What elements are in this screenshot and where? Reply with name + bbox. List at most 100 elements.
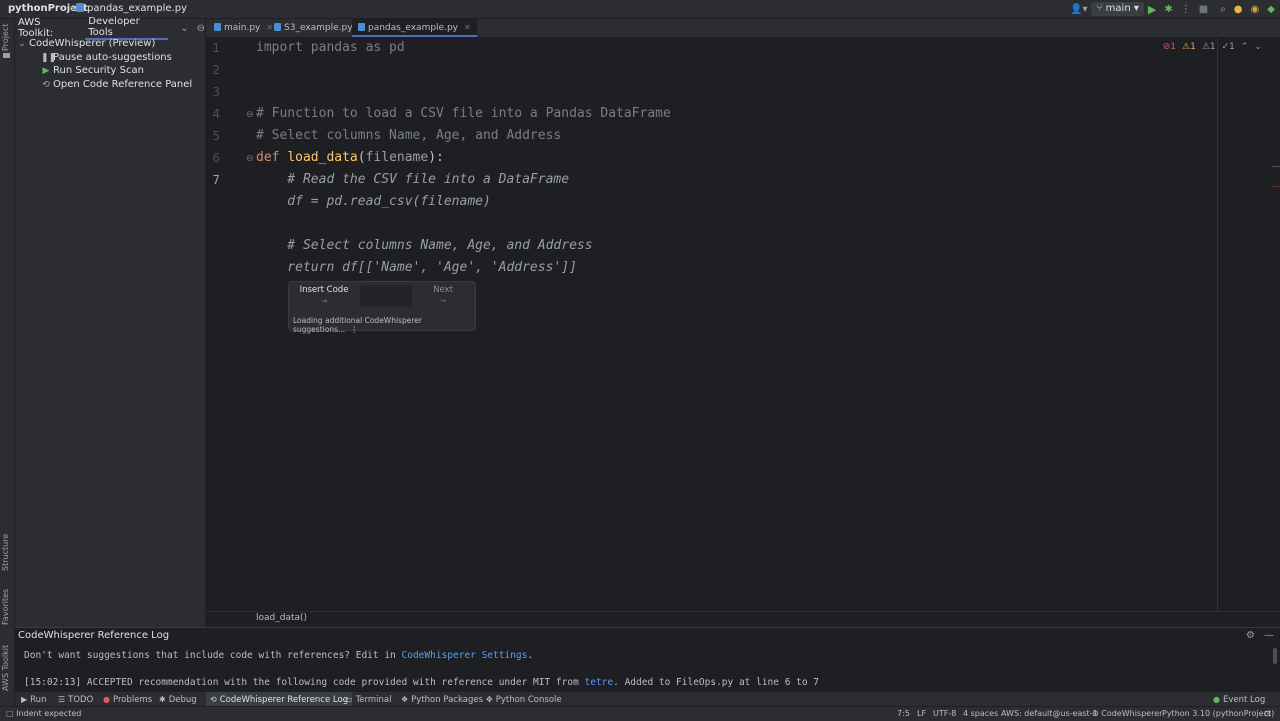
more-run-icon[interactable]: ⋮ [1181, 4, 1191, 15]
stop-icon[interactable]: ■ [1199, 4, 1208, 15]
breadcrumb-separator: › [70, 2, 75, 15]
chevron-down-icon[interactable]: ⌄ [1254, 42, 1262, 52]
tool-problems[interactable]: ● Problems [103, 692, 152, 707]
search-icon[interactable]: ⌕ [1220, 4, 1226, 15]
tool-python-console[interactable]: ✥ Python Console [486, 692, 562, 707]
tool-event-log[interactable]: ● Event Log [1213, 692, 1265, 707]
list-icon: ☰ [58, 695, 66, 704]
tool-debug-label: Debug [168, 695, 197, 705]
tool-python-packages[interactable]: ❖ Python Packages [401, 692, 483, 707]
fold-icon[interactable]: ⊖ [246, 110, 254, 120]
current-file[interactable]: pandas_example.py [76, 3, 187, 14]
tree-item-security-scan[interactable]: ▶ Run Security Scan [15, 64, 205, 78]
paren-open: ( [357, 150, 366, 165]
log-line-settings: Don't want suggestions that include code… [24, 650, 533, 661]
tree-item-pause[interactable]: ❚❚Pause auto-suggestions [15, 51, 205, 65]
tree-item-reference-panel[interactable]: ⟲ Open Code Reference Panel [15, 78, 205, 92]
bug-icon: ✱ [159, 695, 166, 704]
tool-debug[interactable]: ✱ Debug [159, 692, 197, 707]
reference-repo-link[interactable]: tetre [585, 677, 614, 688]
tool-todo[interactable]: ☰ TODO [58, 692, 93, 707]
aws-toolkit-title: AWS Toolkit: [18, 17, 54, 39]
codewhisperer-status-label: CodeWhisperer [1101, 709, 1163, 718]
next-label: Next [433, 285, 453, 295]
run-icon[interactable]: ▶ [1148, 3, 1156, 16]
code-line-7: # Read the CSV file into a DataFrame [256, 172, 570, 187]
caret-position[interactable]: 7:5 [897, 709, 910, 718]
line-separator[interactable]: LF [917, 709, 926, 718]
play-icon: ▶ [21, 695, 28, 704]
tool-run[interactable]: ▶ Run [21, 692, 46, 707]
line-number-current: 7 [212, 173, 220, 187]
next-button[interactable]: Next → [416, 285, 470, 307]
error-count[interactable]: ⊘1 [1163, 42, 1176, 52]
settings-icon[interactable]: ⊖ [197, 23, 205, 34]
codewhisperer-status[interactable]: ⊛ CodeWhisperer [1092, 709, 1162, 718]
python-interpreter[interactable]: Python 3.10 (pythonProject) [1162, 709, 1274, 718]
codewhisperer-settings-link[interactable]: CodeWhisperer Settings [402, 650, 528, 661]
line-number: 3 [212, 85, 220, 99]
indent-setting[interactable]: 4 spaces [963, 709, 998, 718]
plugins-icon[interactable]: ◉ [1251, 4, 1260, 15]
tab-key-hint: ⇥ [321, 297, 327, 305]
ghost-suggestion-line-1: df = pd.read_csv(filename) [256, 194, 491, 209]
aws-connection[interactable]: AWS: default@us-east-1 [1001, 709, 1098, 718]
log-text: [15:02:13] ACCEPTED recommendation with … [24, 677, 585, 688]
tool-todo-label: TODO [68, 695, 94, 705]
chevron-down-icon[interactable]: ⌄ [180, 23, 188, 34]
updates-icon[interactable]: ● [1234, 4, 1243, 15]
tool-reference-log[interactable]: ⟲ CodeWhisperer Reference Log [206, 692, 353, 707]
line-number: 2 [212, 63, 220, 77]
minimize-icon[interactable]: — [1264, 630, 1274, 641]
aws-toolkit-tool-tab[interactable]: AWS Toolkit [1, 645, 10, 691]
tool-terminal[interactable]: ▭ Terminal [345, 692, 391, 707]
loading-message: Loading additional CodeWhisperer suggest… [293, 316, 475, 334]
typo-count[interactable]: ✓1 [1222, 42, 1235, 52]
vertical-scrollbar[interactable] [1273, 648, 1277, 664]
structure-tool-tab[interactable]: Structure [1, 534, 10, 571]
close-icon[interactable]: ✕ [464, 23, 471, 32]
weak-warning-count-value: 1 [1209, 42, 1216, 52]
chevron-down-icon[interactable]: ⌄ [17, 38, 27, 52]
gear-icon[interactable]: ⚙ [1246, 630, 1255, 641]
line-number: 1 [212, 41, 220, 55]
more-options-icon[interactable]: ⋮ [351, 325, 359, 334]
weak-warning-count[interactable]: ⚠1 [1202, 42, 1216, 52]
inspection-widget[interactable]: ⊘1 ⚠1 ⚠1 ✓1 ⌃ ⌄ [1163, 42, 1262, 52]
insert-code-label: Insert Code [299, 285, 349, 295]
previous-button[interactable] [360, 285, 412, 307]
fold-icon[interactable]: ⊖ [246, 154, 254, 164]
python-file-icon [274, 23, 281, 31]
lock-icon[interactable]: ⊡ [1264, 709, 1271, 718]
error-stripe-marker[interactable] [1272, 186, 1280, 187]
python-icon: ✥ [486, 695, 493, 704]
favorites-tool-tab[interactable]: Favorites [1, 589, 10, 625]
chevron-up-icon[interactable]: ⌃ [1241, 42, 1249, 52]
tab-pandas-example-py[interactable]: pandas_example.py ✕ [352, 19, 477, 37]
tab-label: pandas_example.py [368, 23, 458, 33]
reference-icon: ⟲ [210, 695, 217, 704]
branch-selector[interactable]: ⑂ main ▾ [1091, 2, 1144, 16]
ide-icon[interactable]: ◆ [1267, 4, 1275, 15]
terminal-icon: ▭ [345, 695, 353, 704]
user-icon[interactable]: 👤▾ [1070, 4, 1087, 15]
tree-item-label: Open Code Reference Panel [53, 78, 193, 90]
log-text: . [527, 650, 534, 661]
file-encoding[interactable]: UTF-8 [933, 709, 956, 718]
insert-code-button[interactable]: Insert Code ⇥ [292, 285, 356, 307]
code-line-6: def load_data(filename): [256, 150, 444, 165]
debug-icon[interactable]: ✱ [1164, 4, 1172, 15]
panel-title: CodeWhisperer Reference Log [18, 630, 170, 641]
tree-item-label: CodeWhisperer (Preview) [29, 38, 156, 49]
event-log-icon: ● [1213, 695, 1220, 704]
warning-count[interactable]: ⚠1 [1182, 42, 1196, 52]
arrow-right-icon: → [440, 297, 446, 305]
status-message: ▢ Indent expected [6, 709, 81, 718]
tree-item-codewhisperer[interactable]: ⌄ CodeWhisperer (Preview) [15, 37, 205, 51]
project-tool-tab[interactable]: Project [1, 24, 10, 51]
status-message-text: Indent expected [16, 709, 82, 718]
scrollbar-marker [1272, 166, 1280, 167]
log-text: . Added to FileOps.py at line 6 to 7 [613, 677, 820, 688]
error-icon: ● [103, 695, 110, 704]
breadcrumb-function[interactable]: load_data() [256, 613, 307, 623]
